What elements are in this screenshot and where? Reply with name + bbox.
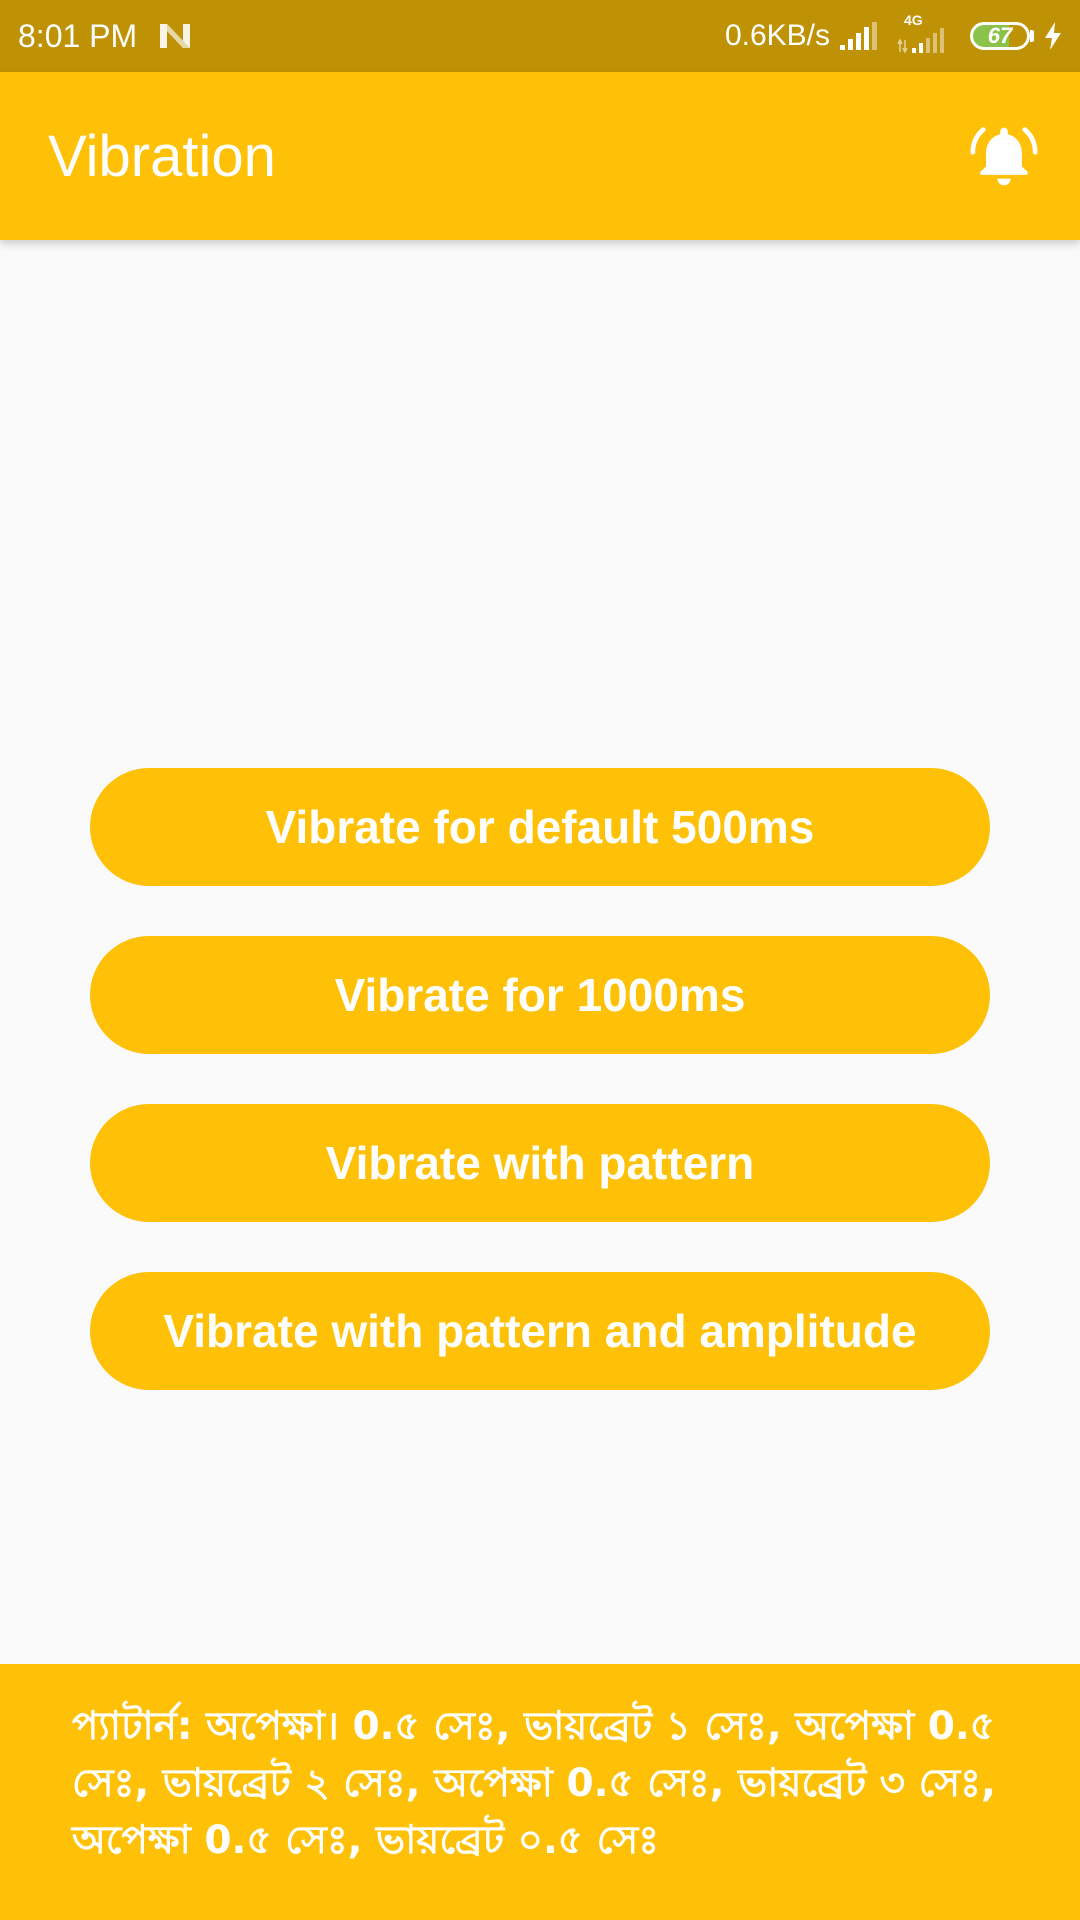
vibrate-1000ms-button[interactable]: Vibrate for 1000ms [90, 936, 990, 1054]
network-speed: 0.6KB/s [724, 19, 830, 52]
signal-icon [840, 22, 877, 50]
status-left: 8:01 PM [18, 18, 193, 55]
vibrate-buttons: Vibrate for default 500ms Vibrate for 10… [90, 768, 990, 1440]
vibrate-pattern-amplitude-button[interactable]: Vibrate with pattern and amplitude [90, 1272, 990, 1390]
signal-4g-icon: 4G [896, 12, 952, 54]
status-time: 8:01 PM [18, 17, 138, 54]
status-right: 0.6KB/s 4G 67 [724, 12, 1064, 54]
battery-icon: 67 [970, 22, 1034, 50]
network-type: 4G [904, 12, 923, 28]
pattern-description: প্যাটার্ন: অপেক্ষা। 0.৫ সেঃ, ভায়ব্রেট ১… [72, 1704, 996, 1863]
bell-ringing-icon [970, 127, 1038, 186]
pattern-info-footer: প্যাটার্ন: অপেক্ষা। 0.৫ সেঃ, ভায়ব্রেট ১… [0, 1664, 1080, 1920]
notification-button[interactable] [968, 120, 1040, 192]
vibrate-default-button[interactable]: Vibrate for default 500ms [90, 768, 990, 886]
charging-bolt-icon [1045, 22, 1061, 50]
n-notification-icon [160, 24, 191, 48]
vibrate-pattern-button[interactable]: Vibrate with pattern [90, 1104, 990, 1222]
battery-tip [1030, 30, 1034, 42]
battery-level: 67 [970, 22, 1030, 50]
page-title: Vibration [48, 123, 276, 189]
app-bar: Vibration [0, 72, 1080, 240]
status-bar: 8:01 PM 0.6KB/s 4G 67 [0, 0, 1080, 72]
